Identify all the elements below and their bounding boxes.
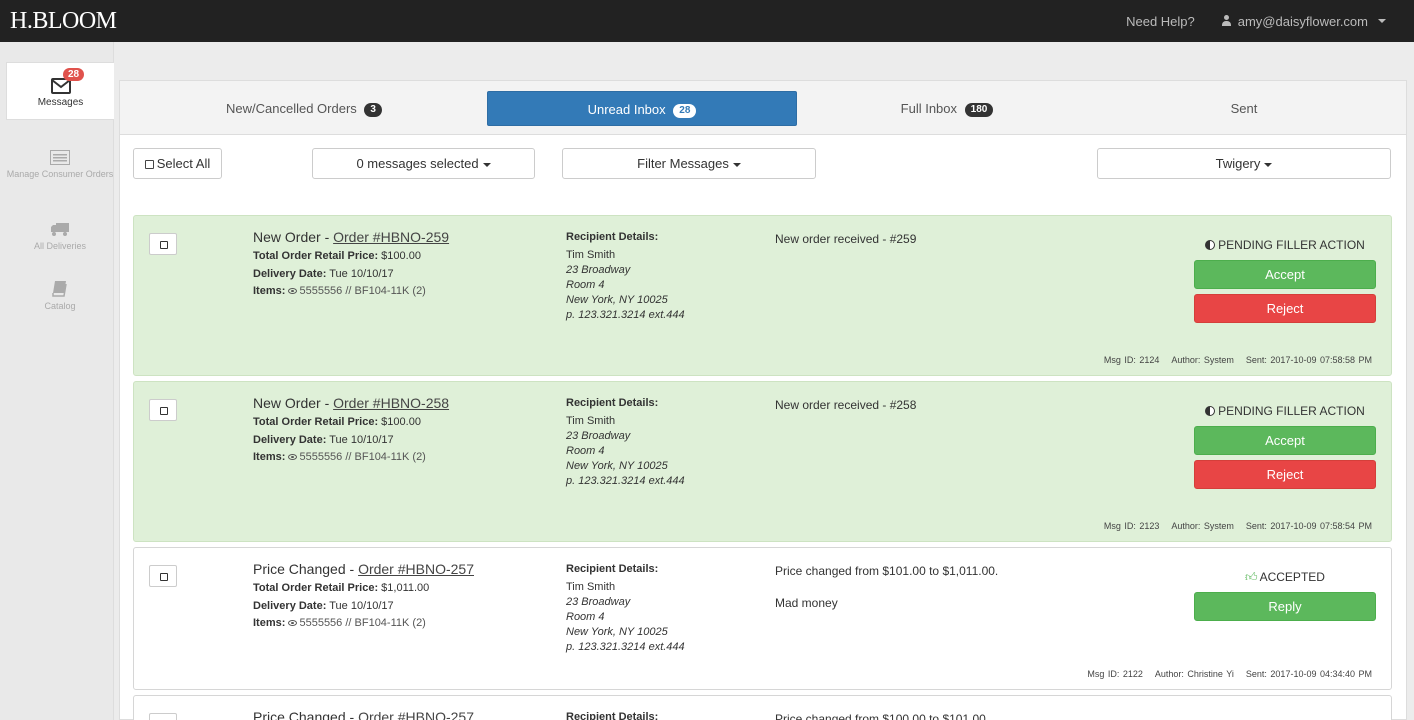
message-title: New Order - Order #HBNO-258 (253, 395, 450, 411)
tab-unread-inbox[interactable]: Unread Inbox 28 (487, 91, 797, 126)
messages-count-badge: 28 (63, 68, 85, 81)
half-circle-icon (1205, 240, 1216, 250)
message-meta: Msg ID: 2123 Author: System Sent: 2017-10-… (1103, 521, 1372, 531)
message-checkbox[interactable] (149, 565, 177, 587)
status-badge: 👍︎ ACCEPTED (1245, 570, 1325, 584)
truck-icon (51, 223, 69, 236)
book-icon (52, 281, 67, 297)
recipient-details: Recipient Details: Tim Smith 23 Broadway… (566, 231, 685, 321)
message-card: New Order - Order #HBNO-259 Total Order … (133, 215, 1392, 376)
message-title: Price Changed - Order #HBNO-257 (253, 561, 474, 577)
selected-count-label: 0 messages selected (356, 156, 479, 171)
order-link[interactable]: Order #HBNO-258 (333, 395, 449, 411)
order-items: 5555556 // BF104-11K (2) (299, 617, 426, 629)
message-meta: Msg ID: 2122 Author: Christine Yi Sent: 20… (1087, 669, 1372, 679)
help-link[interactable]: Need Help? (1126, 14, 1195, 29)
order-items: 5555556 // BF104-11K (2) (299, 451, 426, 463)
chevron-down-icon (1264, 162, 1273, 167)
message-checkbox[interactable] (149, 399, 177, 421)
message-meta: Msg ID: 2124 Author: System Sent: 2017-10-… (1103, 355, 1372, 365)
shop-label: Twigery (1215, 156, 1261, 171)
filter-label: Filter Messages (637, 156, 729, 171)
reject-button[interactable]: Reject (1194, 294, 1376, 323)
sidebar: 28 Messages Manage Consumer Orders All D… (0, 42, 114, 720)
message-body: New order received - #258 (775, 398, 917, 412)
half-circle-icon (1205, 406, 1216, 416)
chevron-down-icon (482, 162, 491, 167)
message-checkbox[interactable] (149, 233, 177, 255)
eye-icon[interactable] (288, 454, 298, 460)
checkbox-icon (144, 160, 154, 169)
message-title: New Order - Order #HBNO-259 (253, 229, 450, 245)
tab-label: Full Inbox (900, 101, 958, 116)
thumbs-up-icon: 👍︎ (1245, 570, 1258, 584)
sidebar-item-label: Catalog (44, 301, 76, 311)
accept-button[interactable]: Accept (1194, 260, 1376, 289)
sidebar-item-manage-orders[interactable]: Manage Consumer Orders (6, 150, 114, 180)
status-badge: PENDING FILLER ACTION (1194, 238, 1376, 252)
delivery-date: Tue 10/10/17 (329, 433, 394, 446)
sidebar-item-messages[interactable]: 28 Messages (6, 62, 114, 120)
tab-sent[interactable]: Sent (1097, 91, 1391, 126)
message-card: New Order - Order #HBNO-258 Total Order … (133, 381, 1392, 542)
order-items: 5555556 // BF104-11K (2) (299, 285, 426, 297)
user-email: amy@daisyflower.com (1237, 13, 1368, 29)
tab-label: Unread Inbox (587, 102, 666, 117)
recipient-details: Recipient Details: Tim Smith 23 Broadway… (566, 397, 685, 487)
order-price: $100.00 (381, 416, 421, 428)
tab-count-badge: 3 (364, 102, 382, 117)
tab-full-inbox[interactable]: Full Inbox 180 (797, 91, 1097, 126)
selected-count-dropdown[interactable]: 0 messages selected (312, 148, 535, 179)
message-body: Price changed from $101.00 to $1,011.00.… (775, 564, 999, 610)
tab-count-badge: 28 (673, 103, 697, 118)
order-link[interactable]: Order #HBNO-259 (333, 229, 449, 245)
chevron-down-icon (1378, 19, 1386, 23)
tab-count-badge: 180 (964, 102, 994, 117)
sidebar-item-label: Messages (37, 97, 84, 108)
inbox-tabs: New/Cancelled Orders 3 Unread Inbox 28 F… (120, 81, 1406, 135)
logo[interactable]: H.BLOOM (10, 8, 117, 35)
delivery-date: Tue 10/10/17 (329, 267, 394, 280)
message-card: Price Changed - Order #HBNO-257 Recipien… (133, 695, 1392, 720)
sidebar-item-label: Manage Consumer Orders (6, 169, 114, 179)
status-badge: PENDING FILLER ACTION (1194, 404, 1376, 418)
shop-dropdown[interactable]: Twigery (1097, 148, 1391, 179)
select-all-button[interactable]: Select All (133, 148, 222, 179)
tab-new-cancelled[interactable]: New/Cancelled Orders 3 (120, 91, 488, 126)
message-card: Price Changed - Order #HBNO-257 Total Or… (133, 547, 1392, 690)
sidebar-item-deliveries[interactable]: All Deliveries (6, 222, 114, 252)
order-link[interactable]: Order #HBNO-257 (358, 561, 474, 577)
sidebar-item-catalog[interactable]: Catalog (6, 280, 114, 312)
order-link[interactable]: Order #HBNO-257 (358, 709, 474, 720)
recipient-details: Recipient Details: Tim Smith 23 Broadway… (566, 563, 685, 653)
accept-button[interactable]: Accept (1194, 426, 1376, 455)
sidebar-item-label: All Deliveries (33, 241, 86, 251)
filter-messages-dropdown[interactable]: Filter Messages (562, 148, 816, 179)
user-icon (1221, 15, 1232, 27)
reject-button[interactable]: Reject (1194, 460, 1376, 489)
order-price: $1,011.00 (381, 582, 430, 594)
select-all-label: Select All (156, 156, 211, 171)
inbox-panel: New/Cancelled Orders 3 Unread Inbox 28 F… (119, 80, 1407, 720)
tab-label: Sent (1230, 101, 1258, 116)
chevron-down-icon (732, 162, 741, 167)
list-icon (50, 150, 70, 165)
message-body: Price changed from $100.00 to $101.00 (775, 712, 986, 720)
reply-button[interactable]: Reply (1194, 592, 1376, 621)
delivery-date: Tue 10/10/17 (329, 599, 394, 612)
tab-label: New/Cancelled Orders (226, 101, 357, 116)
order-price: $100.00 (381, 250, 421, 262)
top-navbar: H.BLOOM Need Help? amy@daisyflower.com (0, 0, 1414, 42)
message-body: New order received - #259 (775, 232, 917, 246)
recipient-details: Recipient Details: (566, 711, 659, 720)
user-menu[interactable]: amy@daisyflower.com (1221, 14, 1386, 29)
eye-icon[interactable] (288, 288, 298, 294)
message-checkbox[interactable] (149, 713, 177, 720)
message-title: Price Changed - Order #HBNO-257 (253, 708, 553, 720)
eye-icon[interactable] (288, 620, 298, 626)
